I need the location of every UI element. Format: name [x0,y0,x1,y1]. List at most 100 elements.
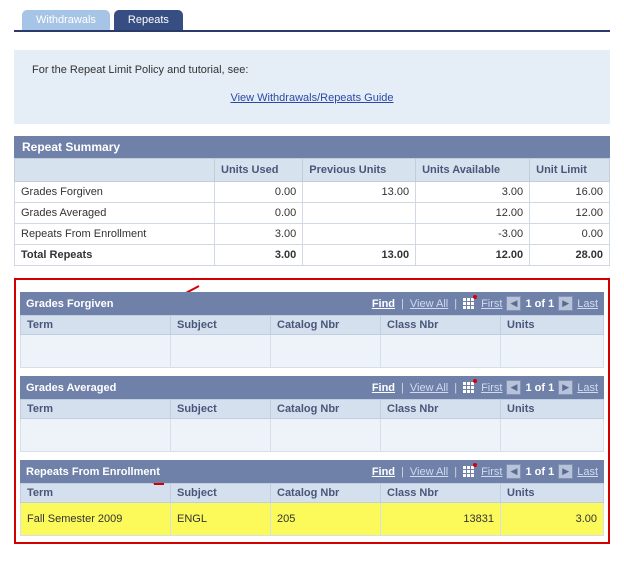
row-prev: 13.00 [303,182,416,203]
col-subject: Subject [171,484,271,503]
detail-panels: Grades Forgiven Find | View All | First … [14,278,610,544]
grid-grades-forgiven: Term Subject Catalog Nbr Class Nbr Units [20,315,604,368]
total-limit: 28.00 [530,245,610,266]
col-units-available: Units Available [416,159,530,182]
separator: | [454,382,457,394]
pager-next-icon[interactable]: ▶ [558,380,573,395]
pager-next-icon[interactable]: ▶ [558,464,573,479]
col-units: Units [501,316,604,335]
tab-withdrawals[interactable]: Withdrawals [22,10,110,30]
row-used: 3.00 [215,224,303,245]
view-all-link[interactable]: View All [410,382,448,394]
panel-repeats-from-enrollment: Repeats From Enrollment Find | View All … [20,460,604,536]
separator: | [401,382,404,394]
pager-count: 1 of 1 [525,382,554,394]
table-row [21,335,604,368]
col-previous-units: Previous Units [303,159,416,182]
grid-grades-averaged: Term Subject Catalog Nbr Class Nbr Units [20,399,604,452]
pager-first[interactable]: First [481,298,502,310]
pager-last[interactable]: Last [577,466,598,478]
total-prev: 13.00 [303,245,416,266]
row-avail: 12.00 [416,203,530,224]
cell [381,419,501,452]
cell [381,335,501,368]
tab-repeats[interactable]: Repeats [114,10,183,30]
guide-link[interactable]: View Withdrawals/Repeats Guide [230,92,393,104]
row-limit: 12.00 [530,203,610,224]
summary-row: Repeats From Enrollment 3.00 -3.00 0.00 [15,224,610,245]
panel-title: Repeats From Enrollment [26,466,176,478]
col-unit-limit: Unit Limit [530,159,610,182]
cell-term: Fall Semester 2009 [21,503,171,536]
total-used: 3.00 [215,245,303,266]
cell [271,335,381,368]
pager-prev-icon[interactable]: ◀ [506,464,521,479]
pager-first[interactable]: First [481,466,502,478]
col-term: Term [21,400,171,419]
col-blank [15,159,215,182]
col-catalog: Catalog Nbr [271,484,381,503]
grid-icon[interactable] [463,382,475,393]
pager-next-icon[interactable]: ▶ [558,296,573,311]
row-used: 0.00 [215,182,303,203]
col-term: Term [21,484,171,503]
separator: | [401,466,404,478]
separator: | [454,298,457,310]
intro-box: For the Repeat Limit Policy and tutorial… [14,50,610,124]
col-units: Units [501,484,604,503]
cell [21,335,171,368]
cell [501,419,604,452]
col-class: Class Nbr [381,316,501,335]
find-link[interactable]: Find [372,298,395,310]
find-link[interactable]: Find [372,382,395,394]
col-subject: Subject [171,316,271,335]
row-prev [303,203,416,224]
summary-row: Grades Averaged 0.00 12.00 12.00 [15,203,610,224]
cell-subject: ENGL [171,503,271,536]
pager-count: 1 of 1 [525,298,554,310]
find-link[interactable]: Find [372,466,395,478]
pager-first[interactable]: First [481,382,502,394]
pager: First ◀ 1 of 1 ▶ Last [481,296,598,311]
grid-icon[interactable] [463,466,475,477]
cell [271,419,381,452]
separator: | [454,466,457,478]
cell-class: 13831 [381,503,501,536]
col-class: Class Nbr [381,400,501,419]
grid-icon[interactable] [463,298,475,309]
pager-prev-icon[interactable]: ◀ [506,380,521,395]
cell-units: 3.00 [501,503,604,536]
col-units: Units [501,400,604,419]
pager-prev-icon[interactable]: ◀ [506,296,521,311]
total-avail: 12.00 [416,245,530,266]
pager-count: 1 of 1 [525,466,554,478]
row-limit: 16.00 [530,182,610,203]
repeat-summary-table: Units Used Previous Units Units Availabl… [14,158,610,266]
panel-grades-forgiven: Grades Forgiven Find | View All | First … [20,292,604,368]
row-limit: 0.00 [530,224,610,245]
row-label: Grades Averaged [15,203,215,224]
table-row: Fall Semester 2009 ENGL 205 13831 3.00 [21,503,604,536]
row-avail: 3.00 [416,182,530,203]
panel-grades-averaged: Grades Averaged Find | View All | First … [20,376,604,452]
cell [171,335,271,368]
pager-last[interactable]: Last [577,298,598,310]
pager: First ◀ 1 of 1 ▶ Last [481,380,598,395]
row-used: 0.00 [215,203,303,224]
separator: | [401,298,404,310]
pager: First ◀ 1 of 1 ▶ Last [481,464,598,479]
table-row [21,419,604,452]
col-units-used: Units Used [215,159,303,182]
col-catalog: Catalog Nbr [271,400,381,419]
pager-last[interactable]: Last [577,382,598,394]
row-label: Grades Forgiven [15,182,215,203]
summary-row: Grades Forgiven 0.00 13.00 3.00 16.00 [15,182,610,203]
row-label: Repeats From Enrollment [15,224,215,245]
repeat-summary-header: Repeat Summary [14,136,610,158]
panel-title: Grades Forgiven [26,298,176,310]
row-prev [303,224,416,245]
view-all-link[interactable]: View All [410,298,448,310]
total-label: Total Repeats [15,245,215,266]
view-all-link[interactable]: View All [410,466,448,478]
cell [21,419,171,452]
